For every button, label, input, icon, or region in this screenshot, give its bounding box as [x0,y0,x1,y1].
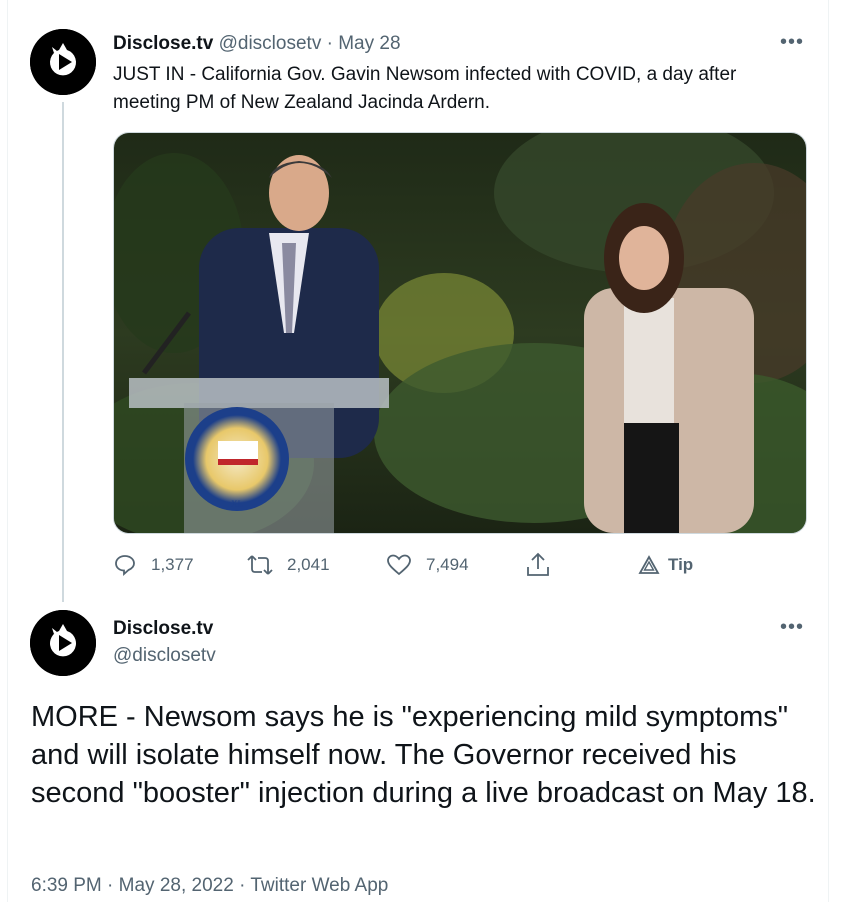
reply-button[interactable]: 1,377 [113,552,194,578]
reply-count: 1,377 [151,555,194,574]
tweet-2-display-name[interactable]: Disclose.tv [113,618,213,640]
tweet-2-date[interactable]: May 28, 2022 [119,875,234,896]
seal-bottom-label: XL [231,499,243,509]
tweet-2-separator-1: · [107,875,114,896]
timeline-left-border [7,0,8,902]
photo-newsom-ardern-icon: XL [114,133,806,533]
retweet-count: 2,041 [287,555,330,574]
tip-icon [638,555,660,574]
tweet-2-handle[interactable]: @disclosetv [113,645,216,667]
tweet-2-more-icon[interactable]: ••• [780,616,804,639]
share-icon [527,552,549,576]
tweet-1-handle[interactable]: @disclosetv [219,33,322,54]
tweet-1-more-icon[interactable]: ••• [780,31,804,54]
heart-icon [387,554,411,576]
tweet-2-time[interactable]: 6:39 PM [31,875,102,896]
retweet-button[interactable]: 2,041 [247,552,330,578]
like-count: 7,494 [426,555,469,574]
tweet-1-photo[interactable]: XL [113,132,807,534]
tweet-2-separator-2: · [239,875,246,896]
disclosetv-logo-icon [30,29,96,95]
tip-button[interactable]: Tip [638,552,693,578]
disclosetv-avatar-2[interactable] [30,610,96,676]
like-button[interactable]: 7,494 [386,552,469,578]
disclosetv-avatar[interactable] [30,29,96,95]
retweet-icon [247,555,273,575]
tweet-1-date[interactable]: May 28 [338,33,400,54]
thread-connector [62,102,64,602]
tweet-1-display-name[interactable]: Disclose.tv [113,33,213,54]
tweet-2-text: MORE - Newsom says he is "experiencing m… [31,701,816,809]
tip-label: Tip [668,555,694,574]
share-button[interactable] [526,552,564,578]
tweet-1-text: JUST IN - California Gov. Gavin Newsom i… [113,64,737,113]
tweet-1-header: Disclose.tv @disclosetv · May 28 [113,33,401,55]
tweet-2-metadata: 6:39 PM · May 28, 2022 · Twitter Web App [31,875,388,897]
disclosetv-logo-icon [30,610,96,676]
tweet-1-separator: · [326,33,333,54]
timeline-right-border [828,0,829,902]
tweet-2-source[interactable]: Twitter Web App [250,875,388,896]
reply-icon [115,555,135,577]
